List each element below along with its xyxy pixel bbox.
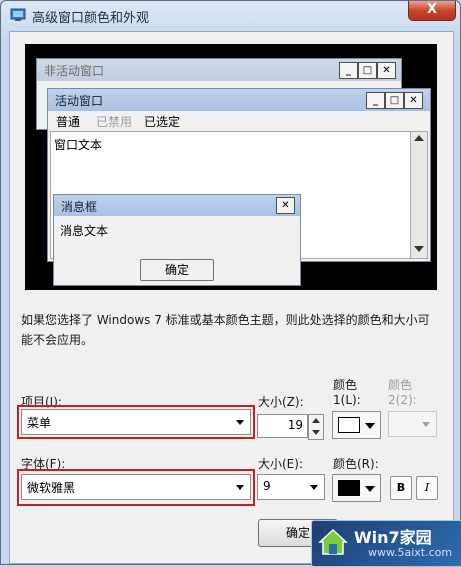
font-color-label: 颜色(R): <box>333 457 379 471</box>
font-size-select[interactable]: 9 <box>257 474 325 500</box>
preview-menu-normal[interactable]: 普通 <box>56 113 80 130</box>
font-color-picker-button[interactable] <box>332 474 381 502</box>
close-icon: X <box>426 2 438 17</box>
font-size-label: 大小(E): <box>258 457 303 471</box>
preview-ok-button[interactable]: 确定 <box>140 259 214 281</box>
preview-window-text: 窗口文本 <box>54 138 103 152</box>
maximize-icon: □ <box>385 92 404 109</box>
preview-menu-disabled[interactable]: 已禁用 <box>96 113 132 130</box>
preview-active-title-bar[interactable]: 活动窗口 _ □ ✕ <box>48 89 430 111</box>
preview-message-title-bar[interactable]: 消息框 ✕ <box>54 195 300 216</box>
color2-label-line1: 颜色 <box>388 378 413 392</box>
chevron-up-icon <box>312 418 320 423</box>
close-icon: ✕ <box>276 197 295 214</box>
item-size-value: 19 <box>287 418 303 432</box>
preview-scrollbar[interactable] <box>410 131 428 259</box>
chevron-down-icon <box>422 422 430 427</box>
color1-label-line2: 1(L): <box>333 393 361 407</box>
preview-menu-selected[interactable]: 已选定 <box>144 113 180 130</box>
color2-label-line2: 2(2): <box>388 393 417 407</box>
chevron-down-icon <box>365 423 375 429</box>
window-title: 高级窗口颜色和外观 <box>32 11 150 26</box>
item-size-label: 大小(Z): <box>258 395 304 409</box>
preview-active-title: 活动窗口 <box>55 94 104 108</box>
font-highlight-box <box>17 469 255 506</box>
close-icon: ✕ <box>404 92 423 109</box>
info-text: 如果您选择了 Windows 7 标准或基本颜色主题，则此处选择的颜色和大小可能… <box>21 313 430 347</box>
preview-message-title: 消息框 <box>61 200 98 214</box>
maximize-icon: □ <box>358 62 377 79</box>
preview-inactive-title-bar[interactable]: 非活动窗口 _ □ ✕ <box>37 59 401 81</box>
chevron-down-icon <box>365 486 375 492</box>
chevron-down-icon <box>312 430 320 435</box>
chevron-down-icon <box>310 485 318 490</box>
close-button[interactable]: X <box>408 1 456 21</box>
minimize-icon: _ <box>366 92 385 109</box>
house-logo-icon <box>318 528 348 555</box>
minimize-icon: _ <box>339 62 358 79</box>
preview-message-box[interactable]: 消息框 ✕ 消息文本 确定 <box>53 194 301 286</box>
watermark-url: www.5aixt.com <box>368 546 453 559</box>
title-bar[interactable]: 高级窗口颜色和外观 X <box>1 1 460 29</box>
color1-swatch <box>338 417 360 433</box>
preview-menu-bar: 普通 已禁用 已选定 <box>48 111 430 129</box>
color2-picker-button[interactable] <box>388 411 437 437</box>
item-size-stepper[interactable] <box>308 414 324 440</box>
font-size-value: 9 <box>263 479 271 493</box>
bold-button[interactable]: B <box>390 476 412 500</box>
preview-inactive-title: 非活动窗口 <box>44 64 105 78</box>
display-settings-icon <box>10 8 26 21</box>
item-highlight-box <box>17 405 255 439</box>
close-icon: ✕ <box>377 62 396 79</box>
font-color-swatch <box>338 480 360 496</box>
item-size-input[interactable]: 19 <box>257 414 308 438</box>
watermark-title: Win7家园 <box>354 528 432 547</box>
scroll-up-icon <box>414 135 424 141</box>
color1-picker-button[interactable] <box>332 411 381 439</box>
site-watermark: Win7家园 www.5aixt.com <box>311 520 461 567</box>
preview-message-text: 消息文本 <box>60 224 109 238</box>
italic-button[interactable]: I <box>416 476 438 500</box>
color1-label-line1: 颜色 <box>333 378 358 392</box>
scroll-down-icon <box>414 246 424 252</box>
